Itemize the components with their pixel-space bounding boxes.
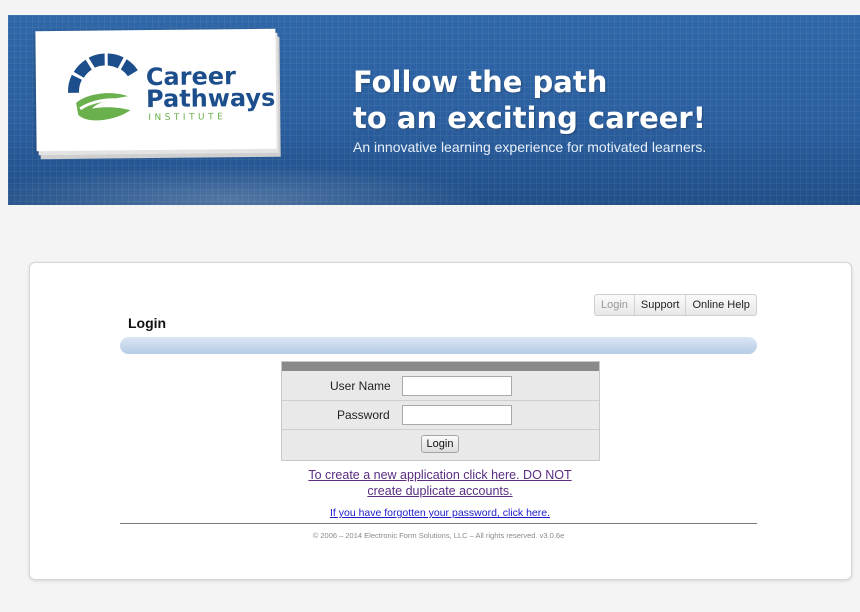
page-title: Login — [128, 315, 167, 331]
nav-login[interactable]: Login — [595, 295, 635, 315]
headline-line-1: Follow the path — [353, 65, 608, 99]
career-pathways-logo-icon — [68, 53, 138, 121]
create-application-link[interactable]: To create a new application click here. … — [240, 467, 640, 499]
username-row: User Name — [282, 371, 599, 401]
login-button[interactable]: Login — [421, 435, 459, 453]
tagline: An innovative learning experience for mo… — [353, 139, 707, 155]
password-input[interactable] — [402, 405, 512, 425]
title-underline-bar — [120, 337, 757, 354]
login-panel: Login Support Online Help Login User Nam… — [29, 262, 852, 580]
password-row: Password — [282, 400, 599, 430]
create-link-line-2[interactable]: create duplicate accounts. — [240, 483, 640, 499]
username-label: User Name — [330, 379, 391, 393]
logo-text-pathways: Pathways — [145, 83, 276, 114]
form-header-strip — [282, 362, 599, 371]
username-input[interactable] — [402, 376, 512, 396]
copyright-text: © 2006 – 2014 Electronic Form Solutions,… — [312, 531, 565, 540]
logo-text-institute: INSTITUTE — [148, 112, 227, 124]
footer-divider — [120, 523, 757, 524]
password-label: Password — [337, 408, 390, 422]
logo[interactable]: Career Pathways INSTITUTE — [35, 28, 277, 152]
create-link-line-1[interactable]: To create a new application click here. … — [240, 467, 640, 483]
header-banner: Career Pathways INSTITUTE Follow the pat… — [8, 15, 860, 205]
nav-support[interactable]: Support — [635, 295, 687, 315]
forgot-password-link[interactable]: If you have forgotten your password, cli… — [240, 507, 640, 519]
nav-online-help[interactable]: Online Help — [686, 295, 755, 315]
headline-line-2: to an exciting career! — [353, 101, 706, 135]
top-nav: Login Support Online Help — [594, 294, 757, 316]
login-form: User Name Password Login — [281, 361, 600, 461]
